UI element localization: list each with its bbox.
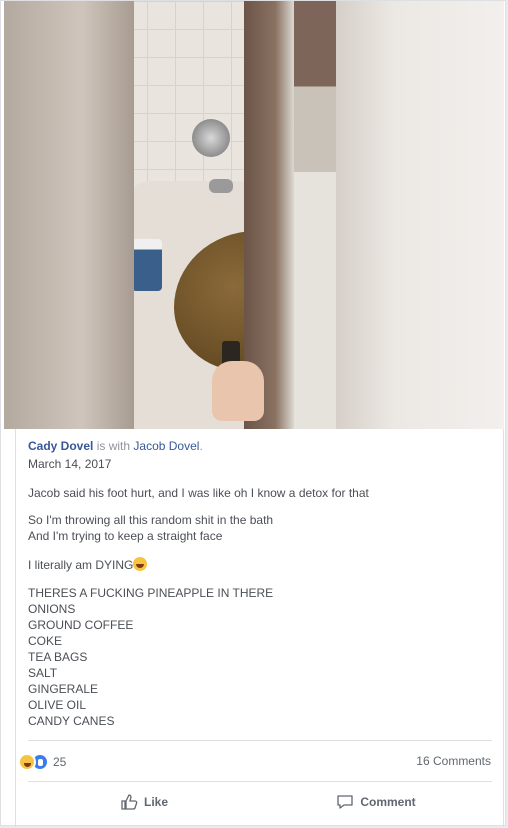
- list-item: SALT: [28, 666, 58, 680]
- post-card: Cady Dovel is with Jacob Dovel. March 14…: [0, 0, 506, 827]
- tagged-user-link[interactable]: Jacob Dovel: [133, 439, 199, 453]
- door-right: [336, 1, 504, 429]
- faucet-spout: [209, 179, 233, 193]
- faucet-knob: [192, 119, 230, 157]
- hand: [212, 361, 264, 421]
- haha-icon: [18, 753, 36, 771]
- door-frame-left: [4, 1, 134, 429]
- salt-canister: [132, 239, 162, 291]
- reaction-count: 25: [53, 755, 67, 769]
- post-text-line: Jacob said his foot hurt, and I was like…: [28, 486, 369, 500]
- list-item: GROUND COFFEE: [28, 618, 134, 632]
- list-item: THERES A FUCKING PINEAPPLE IN THERE: [28, 586, 274, 600]
- post-header: Cady Dovel is with Jacob Dovel.: [28, 439, 203, 453]
- with-text: is with: [96, 439, 131, 453]
- post-text-line: And I'm trying to keep a straight face: [28, 529, 223, 543]
- divider: [28, 740, 492, 741]
- thumbs-up-icon: [121, 794, 138, 810]
- list-item: ONIONS: [28, 602, 76, 616]
- comments-count-link[interactable]: 16 Comments: [416, 754, 491, 768]
- list-item: TEA BAGS: [28, 650, 88, 664]
- list-item: OLIVE OIL: [28, 698, 87, 712]
- post-text-line: I literally am DYING: [28, 557, 148, 573]
- post-body: Cady Dovel is with Jacob Dovel. March 14…: [15, 429, 504, 827]
- laughing-emoji-icon: [133, 557, 148, 571]
- list-item: GINGERALE: [28, 682, 99, 696]
- like-label: Like: [143, 795, 168, 809]
- list-item: CANDY CANES: [28, 714, 115, 728]
- list-item: COKE: [28, 634, 63, 648]
- post-text-line: So I'm throwing all this random shit in …: [28, 513, 274, 527]
- post-photo[interactable]: [4, 1, 504, 429]
- tagged-suffix: .: [199, 439, 203, 453]
- comment-label: Comment: [360, 795, 416, 809]
- dying-text: I literally am DYING: [28, 558, 134, 572]
- action-bar: Like Comment: [28, 785, 492, 819]
- post-date[interactable]: March 14, 2017: [28, 457, 111, 471]
- comment-button[interactable]: Comment: [260, 785, 492, 819]
- like-button[interactable]: Like: [28, 785, 260, 819]
- author-link[interactable]: Cady Dovel: [28, 439, 93, 453]
- reactions-summary[interactable]: 25: [18, 752, 66, 772]
- divider: [28, 781, 492, 782]
- comment-bubble-icon: [337, 795, 353, 809]
